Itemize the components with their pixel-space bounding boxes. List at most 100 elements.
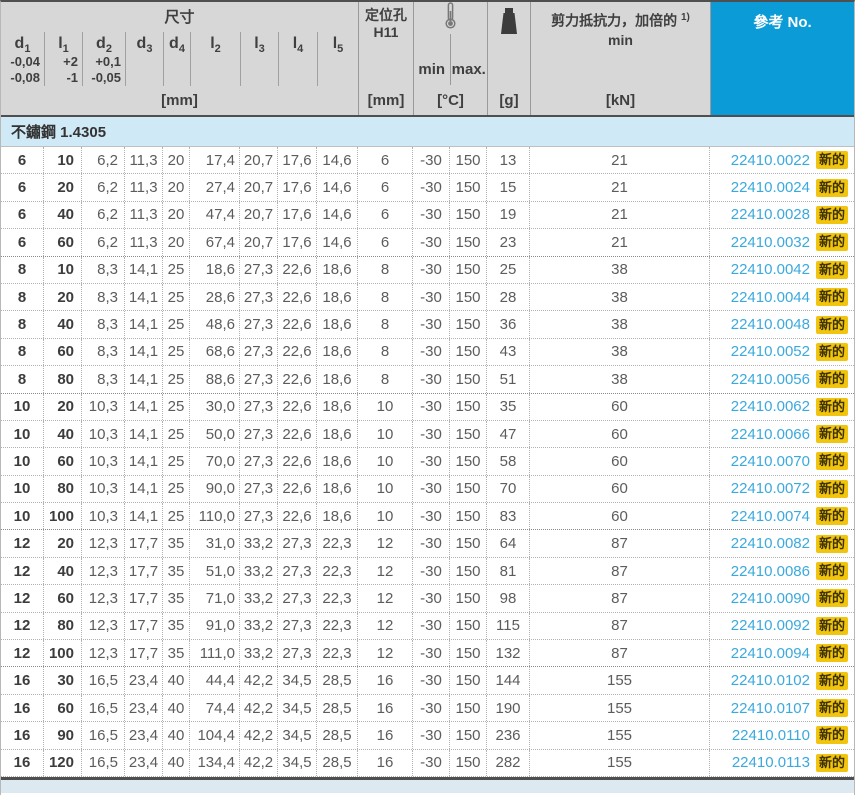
ref-link[interactable]: 22410.0032 bbox=[731, 234, 810, 251]
cell-shear: 38 bbox=[530, 284, 710, 310]
dimensions-header-group: 尺寸 d1-0,04-0,08l1+2-1d2+0,1-0,05d3d4l2l3… bbox=[1, 2, 358, 115]
ref-link[interactable]: 22410.0062 bbox=[731, 398, 810, 415]
cell-weight: 19 bbox=[487, 202, 530, 228]
cell-d2: 12,3 bbox=[82, 613, 125, 639]
cell-d4: 25 bbox=[163, 257, 190, 283]
cell-l1: 60 bbox=[44, 339, 82, 365]
cell-d1: 6 bbox=[1, 174, 44, 200]
cell-l4: 22,6 bbox=[278, 366, 317, 392]
cell-d2: 16,5 bbox=[82, 750, 125, 776]
cell-weight: 132 bbox=[487, 640, 530, 666]
cell-temp-max: 150 bbox=[450, 284, 487, 310]
cell-l3: 42,2 bbox=[240, 667, 278, 693]
cell-d1: 12 bbox=[1, 613, 44, 639]
ref-link[interactable]: 22410.0110 bbox=[732, 727, 810, 744]
ref-link[interactable]: 22410.0048 bbox=[731, 316, 810, 333]
ref-link[interactable]: 22410.0044 bbox=[731, 289, 810, 306]
cell-ref: 22410.0052新的 bbox=[710, 339, 854, 365]
ref-link[interactable]: 22410.0056 bbox=[731, 371, 810, 388]
cell-ref: 22410.0042新的 bbox=[710, 257, 854, 283]
ref-link[interactable]: 22410.0082 bbox=[731, 535, 810, 552]
cell-temp-min: -30 bbox=[413, 366, 450, 392]
cell-l5: 28,5 bbox=[317, 667, 358, 693]
cell-d4: 25 bbox=[163, 421, 190, 447]
cell-d3: 14,1 bbox=[125, 366, 163, 392]
reference-no-header: 參考 No. bbox=[710, 2, 854, 115]
cell-d2: 10,3 bbox=[82, 476, 125, 502]
cell-shear: 21 bbox=[530, 174, 710, 200]
cell-temp-max: 150 bbox=[450, 257, 487, 283]
cell-d1: 8 bbox=[1, 311, 44, 337]
cell-d1: 10 bbox=[1, 503, 44, 529]
cell-l1: 80 bbox=[44, 476, 82, 502]
cell-l1: 40 bbox=[44, 202, 82, 228]
cell-temp-min: -30 bbox=[413, 448, 450, 474]
ref-link[interactable]: 22410.0107 bbox=[731, 700, 810, 717]
ref-link[interactable]: 22410.0066 bbox=[731, 426, 810, 443]
cell-d4: 35 bbox=[163, 613, 190, 639]
cell-temp-min: -30 bbox=[413, 750, 450, 776]
cell-h11: 16 bbox=[358, 750, 413, 776]
ref-link[interactable]: 22410.0042 bbox=[731, 261, 810, 278]
cell-d4: 25 bbox=[163, 448, 190, 474]
ref-link[interactable]: 22410.0092 bbox=[731, 617, 810, 634]
table-row: 6206,211,32027,420,717,614,66-3015015212… bbox=[1, 174, 854, 201]
cell-ref: 22410.0032新的 bbox=[710, 229, 854, 255]
cell-weight: 35 bbox=[487, 394, 530, 420]
cell-temp-min: -30 bbox=[413, 722, 450, 748]
ref-link[interactable]: 22410.0074 bbox=[731, 508, 810, 525]
cell-l4: 22,6 bbox=[278, 257, 317, 283]
ref-link[interactable]: 22410.0022 bbox=[731, 152, 810, 169]
cell-l1: 20 bbox=[44, 284, 82, 310]
ref-link[interactable]: 22410.0072 bbox=[731, 480, 810, 497]
new-badge: 新的 bbox=[816, 507, 848, 525]
new-badge: 新的 bbox=[816, 288, 848, 306]
cell-d1: 12 bbox=[1, 530, 44, 556]
ref-link[interactable]: 22410.0024 bbox=[731, 179, 810, 196]
cell-temp-max: 150 bbox=[450, 339, 487, 365]
cell-weight: 28 bbox=[487, 284, 530, 310]
new-badge: 新的 bbox=[816, 425, 848, 443]
ref-link[interactable]: 22410.0070 bbox=[731, 453, 810, 470]
new-badge: 新的 bbox=[816, 617, 848, 635]
cell-d3: 11,3 bbox=[125, 174, 163, 200]
locating-hole-unit: [mm] bbox=[359, 85, 413, 115]
cell-l1: 20 bbox=[44, 530, 82, 556]
cell-l4: 22,6 bbox=[278, 448, 317, 474]
new-badge: 新的 bbox=[816, 589, 848, 607]
cell-temp-min: -30 bbox=[413, 640, 450, 666]
cell-shear: 155 bbox=[530, 750, 710, 776]
ref-link[interactable]: 22410.0086 bbox=[731, 563, 810, 580]
cell-l3: 33,2 bbox=[240, 530, 278, 556]
cell-l2: 74,4 bbox=[190, 695, 240, 721]
ref-link[interactable]: 22410.0090 bbox=[731, 590, 810, 607]
cell-l5: 14,6 bbox=[317, 202, 358, 228]
cell-shear: 38 bbox=[530, 339, 710, 365]
ref-link[interactable]: 22410.0113 bbox=[732, 754, 810, 771]
cell-d1: 16 bbox=[1, 750, 44, 776]
ref-link[interactable]: 22410.0094 bbox=[731, 645, 810, 662]
cell-h11: 12 bbox=[358, 558, 413, 584]
cell-l1: 60 bbox=[44, 229, 82, 255]
cell-weight: 115 bbox=[487, 613, 530, 639]
cell-l3: 20,7 bbox=[240, 202, 278, 228]
cell-weight: 51 bbox=[487, 366, 530, 392]
cell-l1: 10 bbox=[44, 147, 82, 173]
temperature-header-group: min max. [°C] bbox=[413, 2, 487, 115]
weight-unit: [g] bbox=[488, 85, 530, 115]
cell-h11: 6 bbox=[358, 229, 413, 255]
cell-l1: 80 bbox=[44, 613, 82, 639]
cell-d4: 20 bbox=[163, 147, 190, 173]
thermometer-icon bbox=[444, 2, 457, 34]
cell-l3: 42,2 bbox=[240, 722, 278, 748]
cell-l3: 27,3 bbox=[240, 476, 278, 502]
cell-ref: 22410.0062新的 bbox=[710, 394, 854, 420]
cell-h11: 8 bbox=[358, 284, 413, 310]
ref-link[interactable]: 22410.0102 bbox=[731, 672, 810, 689]
cell-d3: 14,1 bbox=[125, 311, 163, 337]
cell-l5: 18,6 bbox=[317, 448, 358, 474]
temp-min-label: min bbox=[414, 34, 451, 85]
ref-link[interactable]: 22410.0052 bbox=[731, 343, 810, 360]
cell-l2: 91,0 bbox=[190, 613, 240, 639]
ref-link[interactable]: 22410.0028 bbox=[731, 206, 810, 223]
